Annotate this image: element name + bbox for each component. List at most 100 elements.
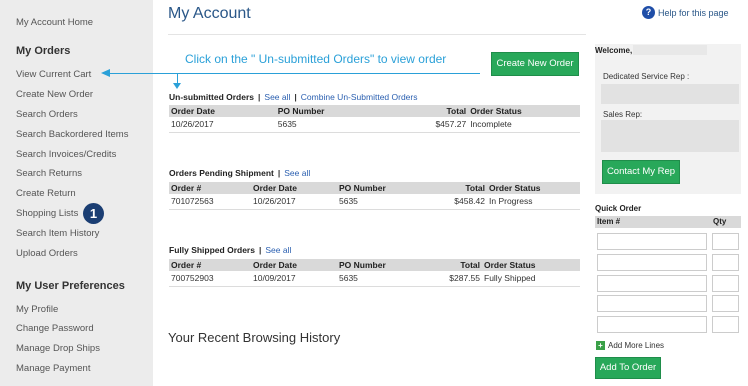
shipped-orders-title: Fully Shipped Orders (169, 245, 255, 255)
order-date-cell: 10/09/2017 (251, 271, 337, 287)
order-date-cell: 10/26/2017 (169, 117, 276, 133)
page-title: My Account (168, 5, 251, 22)
shipped-orders-table: Order # Order Date PO Number Total Order… (169, 259, 580, 287)
create-new-order-button[interactable]: Create New Order (491, 52, 579, 76)
sidebar: My Account Home My Orders View Current C… (0, 0, 153, 386)
item-column-header: Item # (597, 217, 621, 226)
quick-order-qty-input[interactable] (712, 233, 739, 250)
total-cell: $287.55 (427, 271, 482, 287)
help-link-label: Help for this page (658, 7, 729, 18)
sidebar-item-search-returns[interactable]: Search Returns (16, 168, 82, 179)
quick-order-qty-input[interactable] (712, 316, 739, 333)
column-header: Order Status (468, 105, 580, 117)
quick-order-item-input[interactable] (597, 295, 707, 312)
instruction-callout: Click on the " Un-submitted Orders" to v… (185, 52, 447, 66)
column-header: Total (427, 259, 482, 271)
sidebar-item-my-profile[interactable]: My Profile (16, 304, 58, 315)
column-header: Total (427, 182, 487, 194)
callout-connector-line (110, 73, 480, 74)
column-header: Order # (169, 182, 251, 194)
order-number-cell: 701072563 (169, 194, 251, 210)
sidebar-item-create-new-order[interactable]: Create New Order (16, 89, 93, 100)
quick-order-item-input[interactable] (597, 316, 707, 333)
quick-order-item-input[interactable] (597, 254, 707, 271)
unsubmitted-see-all-link[interactable]: See all (264, 92, 290, 102)
help-link[interactable]: ? Help for this page (642, 6, 729, 19)
unsubmitted-orders-title[interactable]: Un-submitted Orders (169, 92, 254, 102)
column-header: Order # (169, 259, 251, 271)
column-header: Order Status (487, 182, 580, 194)
pending-orders-header: Orders Pending Shipment | See all (169, 168, 310, 178)
sidebar-item-search-orders[interactable]: Search Orders (16, 109, 78, 120)
order-date-cell: 10/26/2017 (251, 194, 337, 210)
pending-orders-title: Orders Pending Shipment (169, 168, 274, 178)
quick-order-qty-input[interactable] (712, 254, 739, 271)
shipped-orders-header: Fully Shipped Orders | See all (169, 245, 291, 255)
column-header: Total (433, 105, 469, 117)
dedicated-rep-redacted (601, 84, 739, 104)
sidebar-item-account-home[interactable]: My Account Home (16, 17, 93, 28)
combine-unsubmitted-link[interactable]: Combine Un-Submitted Orders (301, 92, 418, 102)
step-number-badge: 1 (83, 203, 104, 224)
total-cell: $457.27 (433, 117, 469, 133)
order-status-cell: In Progress (487, 194, 580, 210)
column-header: PO Number (337, 259, 427, 271)
help-icon: ? (642, 6, 655, 19)
po-number-cell: 5635 (337, 194, 427, 210)
separator: | (277, 168, 281, 178)
sidebar-heading-my-orders: My Orders (16, 45, 71, 57)
pending-see-all-link[interactable]: See all (284, 168, 310, 178)
column-header: PO Number (275, 105, 434, 117)
po-number-cell: 5635 (275, 117, 434, 133)
pending-orders-table: Order # Order Date PO Number Total Order… (169, 182, 580, 210)
sales-rep-redacted (601, 120, 739, 152)
table-row[interactable]: 701072563 10/26/2017 5635 $458.42 In Pro… (169, 194, 580, 210)
shipped-see-all-link[interactable]: See all (265, 245, 291, 255)
separator: | (258, 245, 262, 255)
unsubmitted-orders-table: Order Date PO Number Total Order Status … (169, 105, 580, 133)
quick-order-item-input[interactable] (597, 233, 707, 250)
sidebar-item-search-item-history[interactable]: Search Item History (16, 228, 99, 239)
quick-order-item-input[interactable] (597, 275, 707, 292)
sidebar-item-manage-payment[interactable]: Manage Payment (16, 363, 90, 374)
dedicated-rep-label: Dedicated Service Rep : (603, 72, 690, 81)
sidebar-item-view-current-cart[interactable]: View Current Cart (16, 69, 91, 80)
sidebar-item-search-invoices-credits[interactable]: Search Invoices/Credits (16, 149, 116, 160)
welcome-label: Welcome, (595, 46, 633, 55)
column-header: PO Number (337, 182, 427, 194)
order-status-cell: Fully Shipped (482, 271, 580, 287)
callout-arrow-down-icon (173, 83, 181, 89)
contact-my-rep-button[interactable]: Contact My Rep (602, 160, 680, 184)
welcome-name-redacted (633, 45, 707, 55)
sidebar-item-change-password[interactable]: Change Password (16, 323, 94, 334)
quick-order-qty-input[interactable] (712, 295, 739, 312)
table-row[interactable]: 10/26/2017 5635 $457.27 Incomplete (169, 117, 580, 133)
order-status-cell: Incomplete (468, 117, 580, 133)
column-header: Order Date (169, 105, 276, 117)
sidebar-item-shopping-lists[interactable]: Shopping Lists (16, 208, 78, 219)
sidebar-item-upload-orders[interactable]: Upload Orders (16, 248, 78, 259)
browsing-history-title: Your Recent Browsing History (168, 330, 341, 345)
separator: | (294, 92, 297, 102)
add-more-lines-link[interactable]: + Add More Lines (596, 341, 664, 350)
add-more-lines-label: Add More Lines (608, 341, 665, 350)
order-number-cell: 700752903 (169, 271, 251, 287)
quick-order-header: Item # Qty (595, 216, 741, 228)
sidebar-item-manage-drop-ships[interactable]: Manage Drop Ships (16, 343, 100, 354)
callout-arrow-left-icon (101, 69, 110, 77)
quick-order-qty-input[interactable] (712, 275, 739, 292)
total-cell: $458.42 (427, 194, 487, 210)
title-divider (168, 34, 586, 35)
sales-rep-label: Sales Rep: (603, 110, 643, 119)
sidebar-heading-user-preferences: My User Preferences (16, 280, 125, 292)
quick-order-title: Quick Order (595, 204, 642, 213)
column-header: Order Status (482, 259, 580, 271)
sidebar-item-create-return[interactable]: Create Return (16, 188, 76, 199)
table-row[interactable]: 700752903 10/09/2017 5635 $287.55 Fully … (169, 271, 580, 287)
add-to-order-button[interactable]: Add To Order (595, 357, 661, 379)
separator: | (258, 92, 261, 102)
sidebar-item-search-backordered-items[interactable]: Search Backordered Items (16, 129, 128, 140)
callout-connector-vertical (177, 73, 178, 83)
column-header: Order Date (251, 182, 337, 194)
plus-icon: + (596, 341, 605, 350)
